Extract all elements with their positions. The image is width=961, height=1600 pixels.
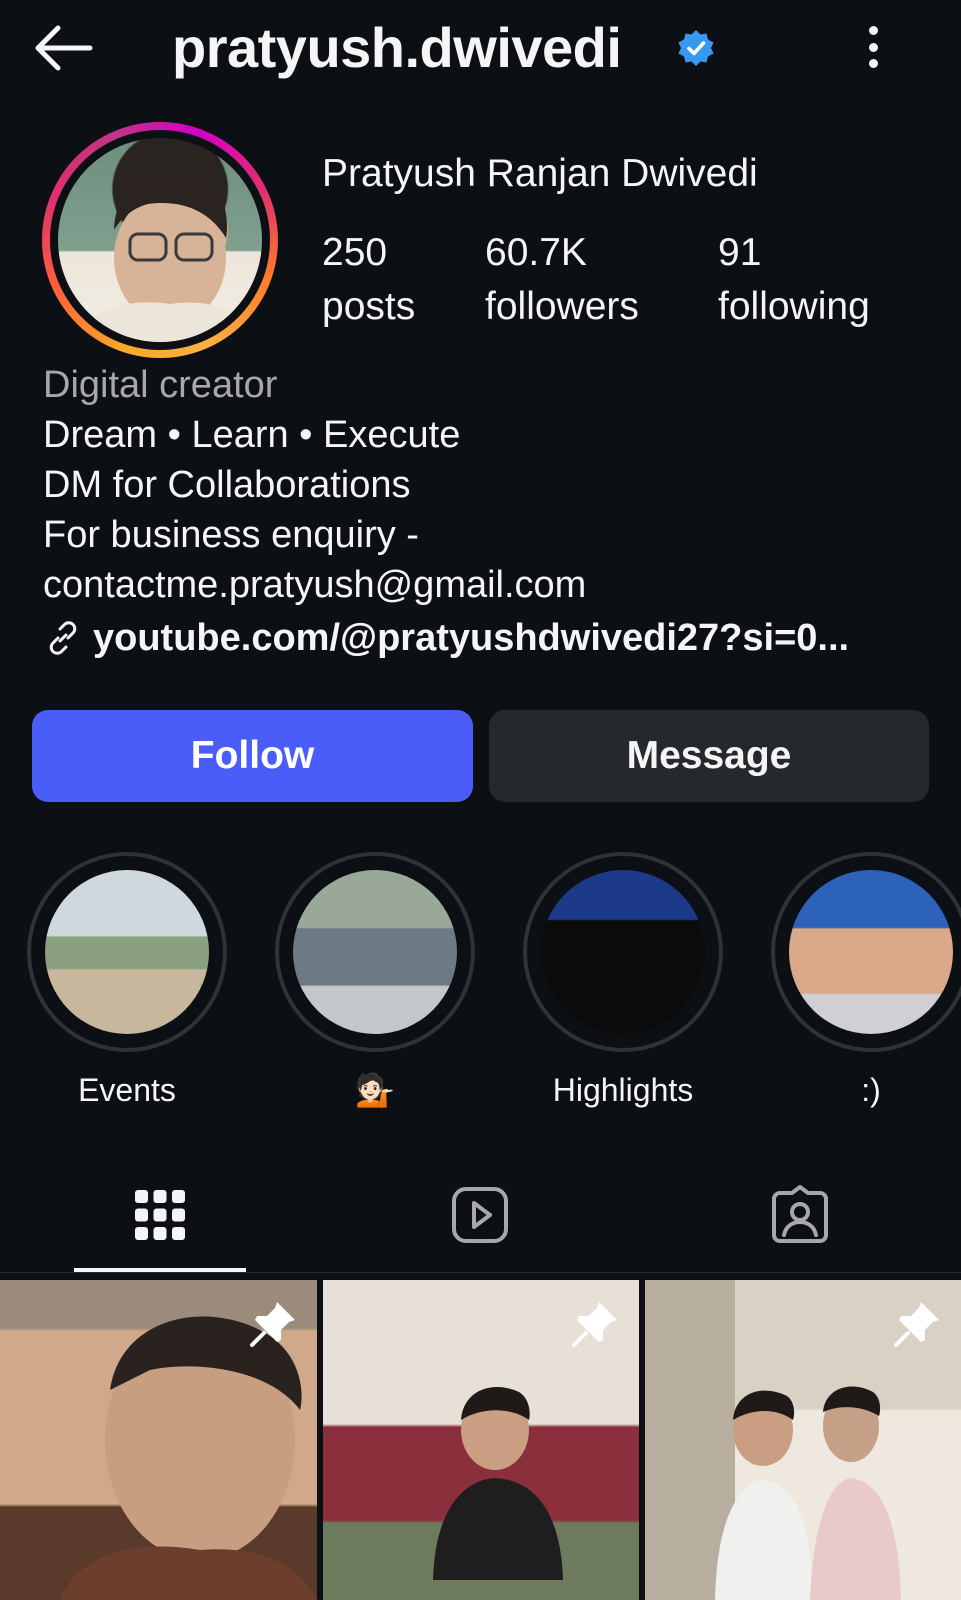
- arrow-left-icon: [35, 25, 93, 71]
- stat-following[interactable]: 91 following: [718, 226, 870, 334]
- highlight-cover: [789, 870, 953, 1034]
- highlight-label: :): [861, 1072, 881, 1108]
- grid-icon: [135, 1190, 185, 1240]
- back-button[interactable]: [30, 20, 96, 76]
- post-thumbnail[interactable]: [0, 1280, 317, 1600]
- bio-email[interactable]: contactme.pratyush@gmail.com: [43, 560, 943, 610]
- highlight-label: Events: [78, 1072, 176, 1108]
- tab-posts-grid[interactable]: [125, 1180, 195, 1250]
- follow-button[interactable]: Follow: [32, 710, 473, 802]
- highlight-item[interactable]: Events: [27, 852, 227, 1110]
- more-options-button[interactable]: [858, 22, 888, 72]
- active-tab-indicator: [74, 1268, 246, 1272]
- reels-icon: [452, 1187, 508, 1243]
- stat-label: posts: [322, 285, 416, 328]
- stat-label: followers: [485, 285, 639, 328]
- tabs-divider: [0, 1272, 961, 1273]
- profile-avatar-story-ring[interactable]: [42, 122, 278, 358]
- highlight-item[interactable]: :): [771, 852, 961, 1110]
- pin-icon: [250, 1302, 295, 1347]
- profile-username: pratyush.dwivedi: [172, 16, 622, 79]
- stat-followers[interactable]: 60.7K followers: [485, 226, 639, 334]
- highlight-cover: [541, 870, 705, 1034]
- stat-value: 60.7K: [485, 231, 587, 274]
- pin-icon: [894, 1302, 939, 1347]
- message-button[interactable]: Message: [489, 710, 929, 802]
- bio-link-text: youtube.com/@pratyushdwivedi27?si=0...: [93, 617, 850, 659]
- highlight-cover: [45, 870, 209, 1034]
- bio-line: Dream • Learn • Execute: [43, 414, 461, 456]
- stat-value: 91: [718, 231, 762, 274]
- profile-full-name: Pratyush Ranjan Dwivedi: [322, 152, 758, 195]
- highlight-item[interactable]: 💁🏻: [275, 852, 475, 1110]
- tab-reels[interactable]: [445, 1180, 515, 1250]
- stat-value: 250: [322, 231, 388, 274]
- bio-line: For business enquiry -: [43, 514, 419, 556]
- tab-tagged[interactable]: [765, 1180, 835, 1250]
- bio-link[interactable]: youtube.com/@pratyushdwivedi27?si=0...: [43, 612, 943, 664]
- post-thumbnail[interactable]: [323, 1280, 639, 1600]
- profile-tabs: [0, 1168, 961, 1274]
- highlight-item[interactable]: Highlights: [523, 852, 723, 1110]
- highlight-label: 💁🏻: [355, 1072, 395, 1108]
- highlight-cover: [293, 870, 457, 1034]
- verified-badge-icon: [678, 30, 714, 66]
- pin-icon: [572, 1302, 617, 1347]
- tagged-icon: [772, 1185, 828, 1243]
- profile-category: Digital creator: [43, 364, 278, 406]
- highlight-label: Highlights: [552, 1072, 694, 1108]
- more-vertical-icon: [868, 26, 878, 35]
- profile-bio: Digital creator Dream • Learn • Execute …: [43, 360, 943, 664]
- stat-posts[interactable]: 250 posts: [322, 226, 415, 334]
- link-icon: [49, 621, 77, 655]
- avatar: [58, 138, 262, 342]
- stat-label: following: [718, 285, 870, 328]
- post-thumbnail[interactable]: [645, 1280, 961, 1600]
- top-bar: pratyush.dwivedi: [0, 0, 961, 100]
- bio-line: DM for Collaborations: [43, 464, 411, 506]
